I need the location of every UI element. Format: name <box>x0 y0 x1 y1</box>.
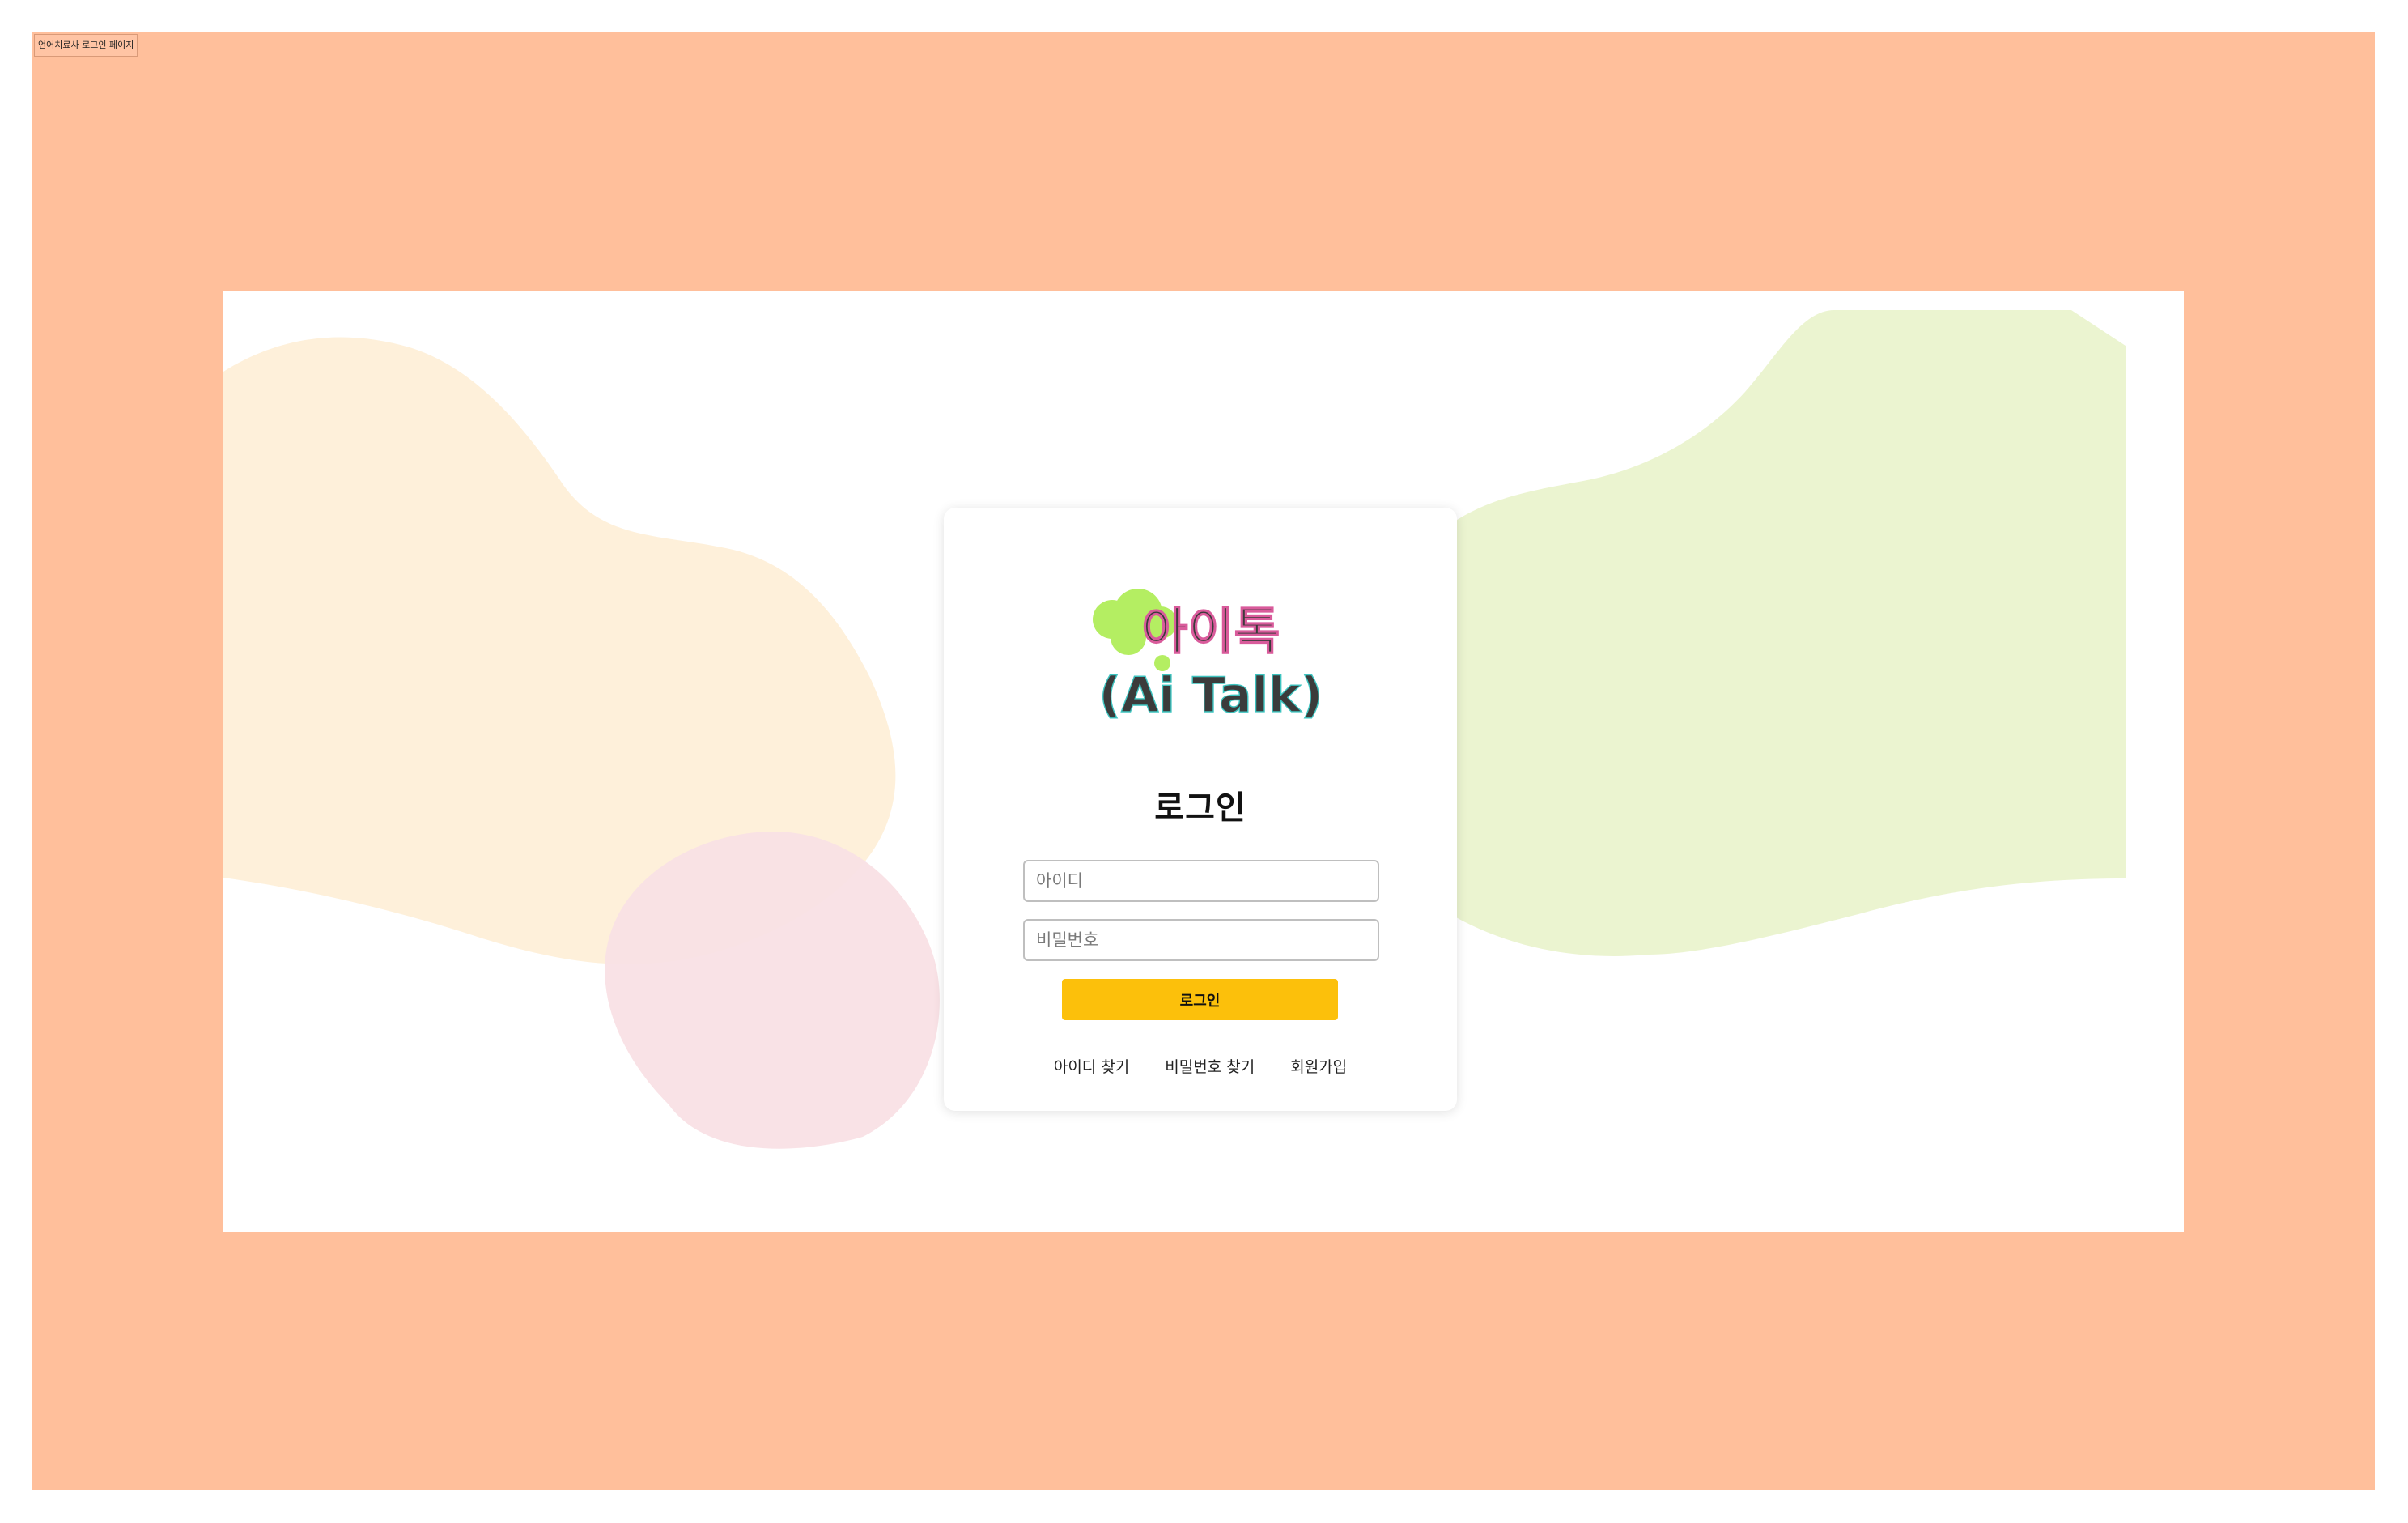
logo-subtitle: (Ai Talk) <box>1099 667 1323 724</box>
blob-pink-decoration <box>605 832 940 1149</box>
login-button[interactable]: 로그인 <box>1062 979 1338 1020</box>
login-canvas: 아이톡 (Ai Talk) 로그인 로그인 아이디 찾기 비밀번호 찾기 회원가… <box>223 291 2184 1232</box>
id-input[interactable] <box>1023 860 1379 902</box>
aitalk-logo: 아이톡 (Ai Talk) <box>1093 589 1323 725</box>
login-title: 로그인 <box>1154 789 1246 827</box>
find-id-link[interactable]: 아이디 찾기 <box>1054 1055 1129 1077</box>
blob-right-decoration <box>1348 310 2126 956</box>
frame-tab-label: 언어치료사 로그인 페이지 <box>34 34 138 57</box>
logo-title: 아이톡 <box>1141 602 1280 661</box>
signup-link[interactable]: 회원가입 <box>1290 1055 1347 1077</box>
account-links: 아이디 찾기 비밀번호 찾기 회원가입 <box>944 1055 1457 1077</box>
password-input[interactable] <box>1023 919 1379 961</box>
login-card: 아이톡 (Ai Talk) 로그인 로그인 아이디 찾기 비밀번호 찾기 회원가… <box>944 508 1457 1111</box>
page-frame: 언어치료사 로그인 페이지 아이톡 (Ai Talk) 로그인 아이디 로그인 … <box>32 32 2375 1490</box>
find-password-link[interactable]: 비밀번호 찾기 <box>1165 1055 1255 1077</box>
